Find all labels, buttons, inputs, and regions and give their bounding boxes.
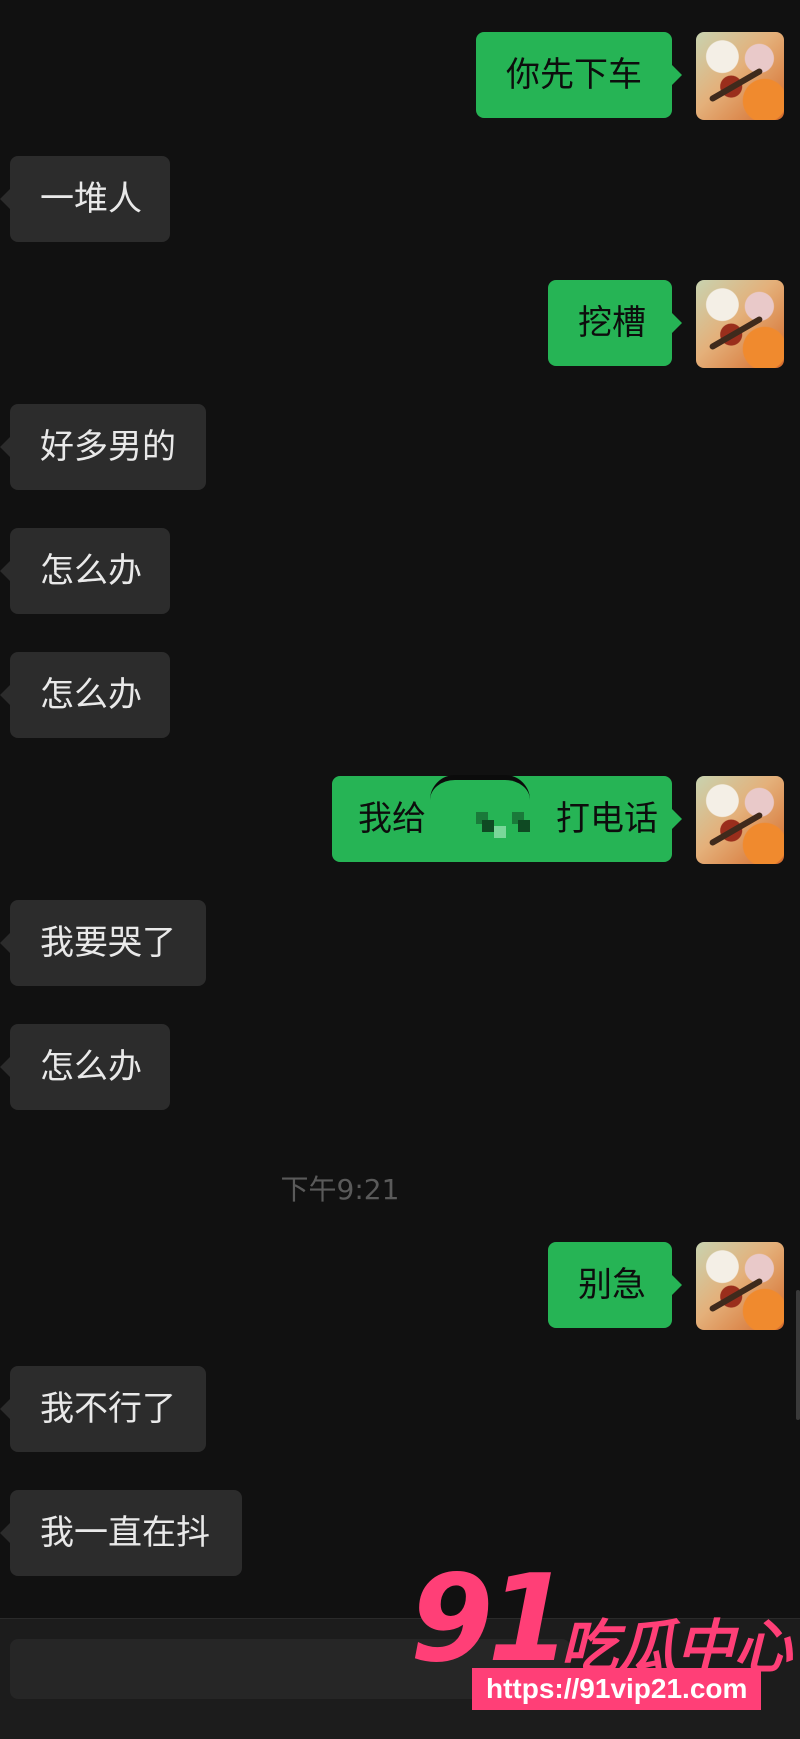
user-avatar[interactable] bbox=[696, 32, 784, 120]
message-outgoing[interactable]: 别急 bbox=[0, 1242, 800, 1332]
user-avatar[interactable] bbox=[696, 1242, 784, 1330]
watermark-logo: 91 吃瓜中心 https://91vip21.com bbox=[400, 1550, 795, 1730]
message-bubble[interactable]: 挖槽 bbox=[548, 280, 682, 366]
message-incoming[interactable]: 一堆人 bbox=[0, 156, 800, 246]
chat-message-list[interactable]: 你先下车 一堆人 挖槽 好多男的 怎么办 怎么办 我给 打电话 我要哭了 怎么办 … bbox=[0, 0, 800, 1618]
message-bubble[interactable]: 我不行了 bbox=[0, 1366, 206, 1452]
message-bubble[interactable]: 你先下车 bbox=[476, 32, 682, 118]
message-bubble[interactable]: 别急 bbox=[548, 1242, 682, 1328]
message-text-start: 我给 bbox=[358, 799, 426, 839]
watermark-url: https://91vip21.com bbox=[472, 1668, 762, 1710]
message-bubble[interactable]: 怎么办 bbox=[0, 652, 170, 738]
message-bubble[interactable]: 好多男的 bbox=[0, 404, 206, 490]
user-avatar[interactable] bbox=[696, 280, 784, 368]
message-incoming[interactable]: 怎么办 bbox=[0, 652, 800, 742]
message-bubble[interactable]: 怎么办 bbox=[0, 528, 170, 614]
message-outgoing[interactable]: 我给 打电话 bbox=[0, 776, 800, 866]
message-text-end: 打电话 bbox=[556, 799, 658, 839]
message-incoming[interactable]: 我不行了 bbox=[0, 1366, 800, 1456]
message-incoming[interactable]: 好多男的 bbox=[0, 404, 800, 494]
message-outgoing[interactable]: 你先下车 bbox=[0, 32, 800, 122]
message-timestamp: 下午9:21 bbox=[280, 1173, 400, 1206]
scrollbar[interactable] bbox=[796, 1290, 800, 1420]
message-incoming[interactable]: 怎么办 bbox=[0, 528, 800, 618]
message-bubble[interactable]: 我一直在抖 bbox=[0, 1490, 242, 1576]
redaction-mosaic bbox=[472, 800, 542, 838]
message-bubble[interactable]: 一堆人 bbox=[0, 156, 170, 242]
message-incoming[interactable]: 怎么办 bbox=[0, 1024, 800, 1114]
message-outgoing[interactable]: 挖槽 bbox=[0, 280, 800, 370]
message-bubble[interactable]: 怎么办 bbox=[0, 1024, 170, 1110]
redaction-mark bbox=[430, 775, 530, 800]
message-bubble[interactable]: 我要哭了 bbox=[0, 900, 206, 986]
message-incoming[interactable]: 我要哭了 bbox=[0, 900, 800, 990]
user-avatar[interactable] bbox=[696, 776, 784, 864]
